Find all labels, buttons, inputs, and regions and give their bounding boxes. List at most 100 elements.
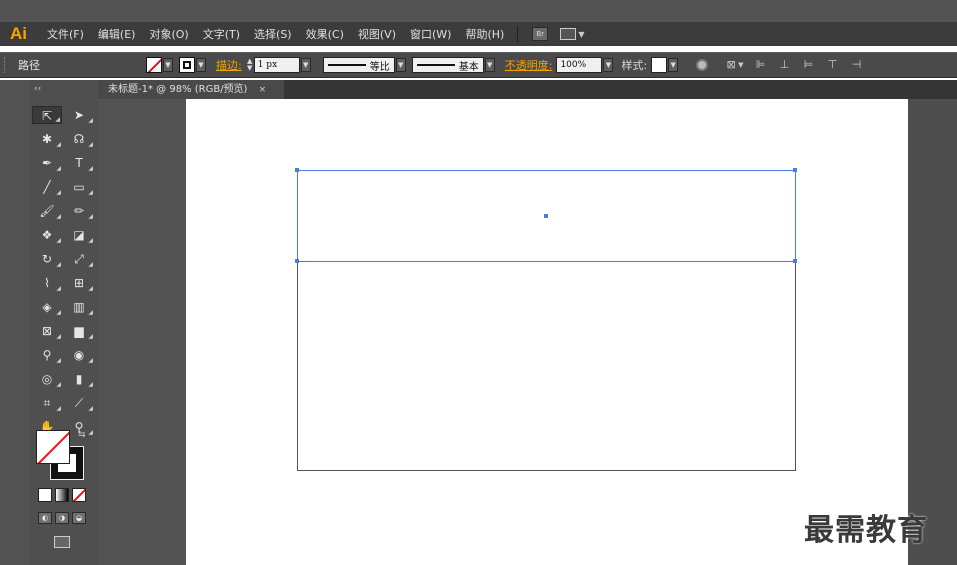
selection-handle-bottom-left[interactable]: [295, 259, 299, 263]
menu-window[interactable]: 窗口(W): [403, 26, 458, 42]
type-icon: T: [75, 156, 83, 170]
menu-view[interactable]: 视图(V): [351, 26, 403, 42]
menu-help[interactable]: 帮助(H): [458, 26, 511, 42]
symbol-sprayer-tool[interactable]: ◎ ◢: [32, 370, 62, 388]
watermark: 最需教育: [804, 513, 928, 548]
line-tool[interactable]: ╱ ◢: [32, 178, 62, 196]
align-middle-icon[interactable]: ⊣: [850, 58, 864, 72]
stroke-weight-input[interactable]: 1 px: [253, 57, 300, 73]
tools-collapse-toggle[interactable]: ‹‹: [30, 80, 98, 98]
stroke-panel-link[interactable]: 描边:: [216, 57, 242, 73]
brush-line-icon: [416, 64, 455, 66]
flyout-indicator-icon: ◢: [56, 165, 61, 172]
free-transform-tool[interactable]: ⊞ ◢: [64, 274, 94, 292]
warp-tool[interactable]: ⌇ ◢: [32, 274, 62, 292]
type-tool[interactable]: T ◢: [64, 154, 94, 172]
stroke-color-swatch[interactable]: [179, 57, 195, 73]
mesh-tool[interactable]: ⊠ ◢: [32, 322, 62, 340]
line-icon: ╱: [43, 180, 51, 194]
paintbrush-tool[interactable]: 🖌 ◢: [32, 202, 62, 220]
artboard-tool[interactable]: ⌗ ◢: [32, 394, 62, 412]
arrange-documents-button[interactable]: ▼: [560, 28, 584, 40]
recolor-artwork-icon[interactable]: [696, 59, 709, 71]
color-mode-row: [38, 488, 86, 502]
opacity-dropdown[interactable]: ▼: [603, 58, 614, 72]
align-to-icon[interactable]: ⊠: [724, 58, 738, 72]
fill-color-box[interactable]: [36, 430, 70, 464]
rectangle-tool[interactable]: ▭ ◢: [64, 178, 94, 196]
flyout-indicator-icon: ◢: [55, 116, 60, 123]
color-mode-button[interactable]: [38, 488, 52, 502]
selection-center-point: [544, 214, 548, 218]
shape-builder-tool[interactable]: ◈ ◢: [32, 298, 62, 316]
gradient-mode-button[interactable]: [55, 488, 69, 502]
stroke-dropdown-arrow[interactable]: ▼: [196, 58, 206, 72]
menu-edit[interactable]: 编辑(E): [91, 26, 143, 42]
stroke-weight-stepper[interactable]: ▲ ▼: [246, 58, 254, 72]
gradient-tool[interactable]: ▆ ◢: [64, 322, 94, 340]
slice-tool[interactable]: ⟋ ◢: [64, 394, 94, 412]
blend-tool[interactable]: ◉ ◢: [64, 346, 94, 364]
brush-definition-dropdown[interactable]: ▼: [484, 58, 495, 72]
variable-width-label: 等比: [369, 61, 390, 73]
selection-icon: ⇱: [41, 109, 53, 123]
fill-color-swatch[interactable]: [146, 57, 162, 73]
align-right-icon[interactable]: ⊨: [802, 58, 816, 72]
swap-fill-stroke-icon[interactable]: ⇆: [78, 430, 86, 440]
perspective-grid-tool[interactable]: ▥ ◢: [64, 298, 94, 316]
opacity-panel-link[interactable]: 不透明度:: [505, 57, 553, 73]
column-graph-tool[interactable]: ▮ ◢: [64, 370, 94, 388]
selection-handle-top-right[interactable]: [793, 168, 797, 172]
align-left-icon[interactable]: ⊫: [754, 58, 768, 72]
variable-width-profile[interactable]: 等比: [322, 57, 395, 73]
menu-select[interactable]: 选择(S): [247, 26, 299, 42]
rotate-tool[interactable]: ↻ ◢: [32, 250, 62, 268]
graphic-style-swatch[interactable]: [651, 57, 668, 73]
perspective-grid-icon: ▥: [73, 300, 85, 314]
direct-selection-tool[interactable]: ➤ ◢: [64, 106, 94, 124]
magic-wand-tool[interactable]: ✱ ◢: [32, 130, 62, 148]
vertical-scrollbar[interactable]: [908, 99, 957, 565]
flyout-indicator-icon: ◢: [88, 429, 93, 436]
draw-normal-button[interactable]: ◐: [38, 512, 52, 524]
draw-inside-button[interactable]: ◒: [72, 512, 86, 524]
slice-icon: ⟋: [74, 396, 84, 410]
chevron-down-icon: ▼: [578, 29, 585, 39]
opacity-input[interactable]: 100%: [556, 57, 603, 73]
align-top-icon[interactable]: ⊤: [826, 58, 840, 72]
menu-file[interactable]: 文件(F): [40, 26, 91, 42]
menu-effect[interactable]: 效果(C): [299, 26, 351, 42]
lasso-tool[interactable]: ☊ ◢: [64, 130, 94, 148]
menu-object[interactable]: 对象(O): [142, 26, 195, 42]
pencil-icon: ✏: [73, 204, 85, 218]
blob-brush-tool[interactable]: ❖ ◢: [32, 226, 62, 244]
graphic-style-dropdown[interactable]: ▼: [668, 58, 679, 72]
align-center-icon[interactable]: ⊥: [778, 58, 792, 72]
menu-type[interactable]: 文字(T): [196, 26, 247, 42]
eyedropper-tool[interactable]: ⚲ ◢: [32, 346, 62, 364]
screen-mode-icon[interactable]: [54, 536, 70, 548]
variable-width-dropdown[interactable]: ▼: [395, 58, 406, 72]
eraser-tool[interactable]: ◪ ◢: [64, 226, 94, 244]
panel-grip[interactable]: [4, 57, 8, 73]
scale-tool[interactable]: ⤢ ◢: [64, 250, 94, 268]
flyout-indicator-icon: ◢: [88, 189, 93, 196]
selection-handle-top-left[interactable]: [295, 168, 299, 172]
document-tab[interactable]: 未标题-1* @ 98% (RGB/预览) ×: [98, 80, 284, 99]
eraser-icon: ◪: [73, 228, 85, 242]
draw-behind-button[interactable]: ◑: [55, 512, 69, 524]
selection-handle-bottom-right[interactable]: [793, 259, 797, 263]
flyout-indicator-icon: ◢: [88, 381, 93, 388]
pen-tool[interactable]: ✒ ◢: [32, 154, 62, 172]
stroke-weight-dropdown[interactable]: ▼: [300, 58, 311, 72]
pencil-tool[interactable]: ✏ ◢: [64, 202, 94, 220]
selection-tool[interactable]: ⇱ ◢: [32, 106, 62, 124]
symbol-sprayer-icon: ◎: [41, 372, 53, 386]
free-transform-icon: ⊞: [73, 276, 85, 290]
fill-dropdown-arrow[interactable]: ▼: [163, 58, 173, 72]
none-mode-button[interactable]: [72, 488, 86, 502]
brush-definition[interactable]: 基本: [411, 57, 484, 73]
flyout-indicator-icon: ◢: [56, 189, 61, 196]
bridge-button[interactable]: Br: [532, 27, 549, 41]
close-icon[interactable]: ×: [259, 85, 267, 95]
